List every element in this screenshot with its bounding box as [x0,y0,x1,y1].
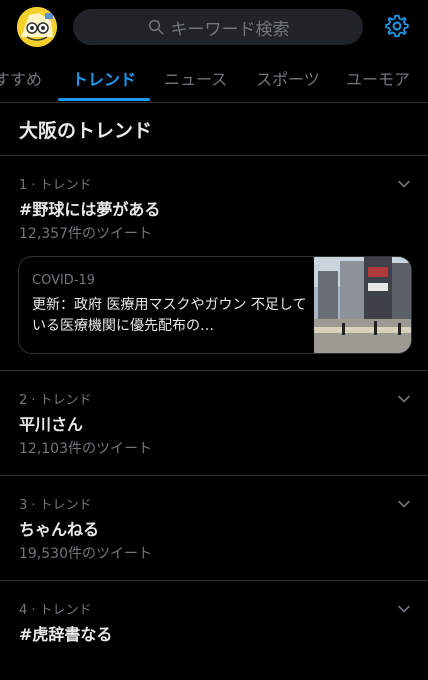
search-icon [148,19,163,35]
news-card[interactable]: COVID-19 更新：政府 医療用マスクやガウン 不足している医療機関に優先配… [18,256,412,354]
search-placeholder: キーワード検索 [170,19,290,40]
tab-trends[interactable]: トレンド [72,66,136,90]
trend-meta: 4 · トレンド [19,603,92,618]
section-title: 大阪のトレンド [19,120,153,142]
trend-item-4[interactable]: 4 · トレンド #虎辞書なる [0,581,428,680]
trend-item-2[interactable]: 2 · トレンド 平川さん 12,103件のツイート [0,371,428,475]
chevron-down-icon[interactable] [396,391,412,407]
news-card-thumbnail [314,257,411,353]
tweet-count: 12,103件のツイート [19,441,152,457]
trend-meta: 3 · トレンド [19,498,92,513]
tab-recommended[interactable]: すすめ [0,66,42,90]
trend-meta: 1 · トレンド [19,178,92,193]
trend-name[interactable]: ちゃんねる [19,516,99,540]
news-card-topic: COVID-19 [32,273,96,288]
tab-humor[interactable]: ユーモア [346,66,410,90]
chevron-down-icon[interactable] [396,496,412,512]
explore-tabs: すすめ トレンド ニュース スポーツ ユーモア [0,56,428,103]
trend-name[interactable]: 平川さん [19,411,83,435]
avatar-image [17,7,57,47]
trend-name[interactable]: #野球には夢がある [19,196,160,220]
search-input[interactable]: キーワード検索 [73,9,363,45]
active-tab-indicator [58,98,150,101]
trend-meta: 2 · トレンド [19,393,92,408]
tweet-count: 12,357件のツイート [19,226,152,242]
trend-name[interactable]: #虎辞書なる [19,621,112,645]
chevron-down-icon[interactable] [396,176,412,192]
tab-news[interactable]: ニュース [164,66,227,90]
tab-sports[interactable]: スポーツ [256,66,320,90]
settings-gear-icon[interactable] [384,13,410,39]
tweet-count: 19,530件のツイート [19,546,152,562]
avatar[interactable] [17,7,57,47]
trend-item-3[interactable]: 3 · トレンド ちゃんねる 19,530件のツイート [0,476,428,580]
chevron-down-icon[interactable] [396,601,412,617]
news-card-headline: 更新：政府 医療用マスクやガウン 不足している医療機関に優先配布の… [32,297,307,334]
top-bar: キーワード検索 [0,0,428,56]
